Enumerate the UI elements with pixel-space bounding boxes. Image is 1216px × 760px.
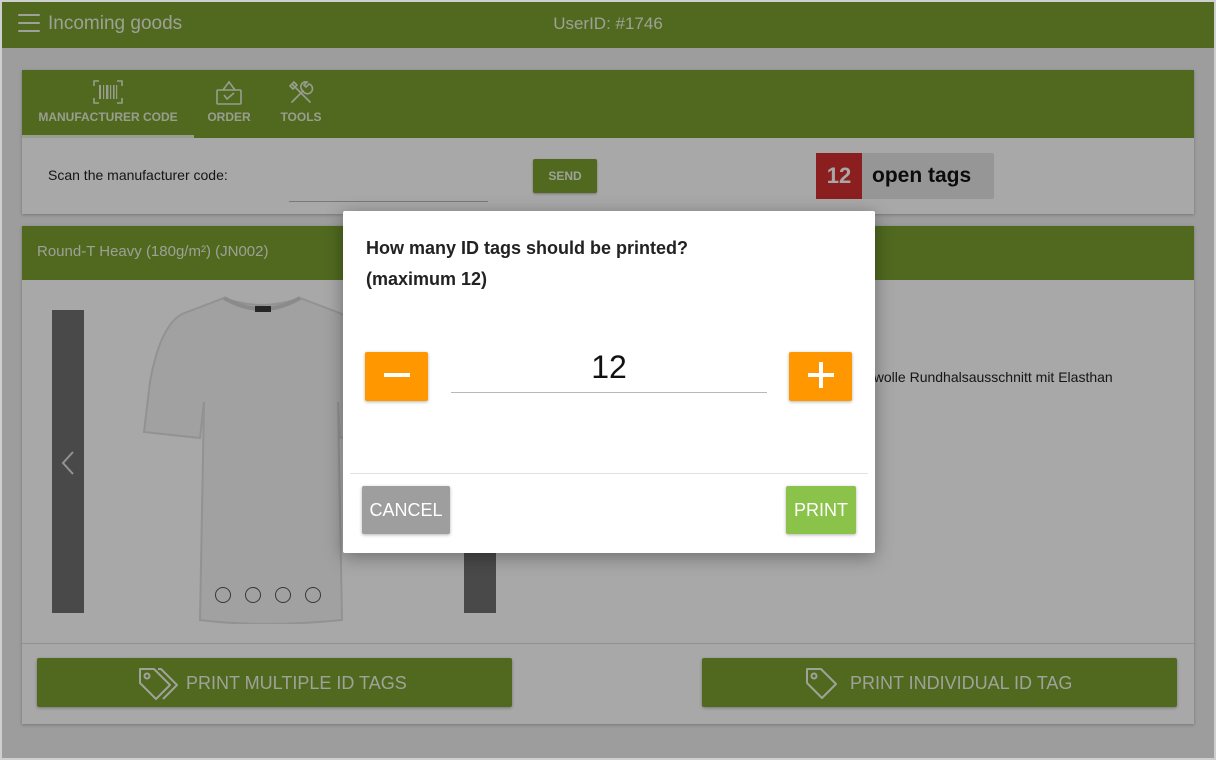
increment-button[interactable] (789, 352, 852, 401)
dialog-question: How many ID tags should be printed? (366, 238, 689, 258)
minus-icon (383, 373, 410, 377)
cancel-button[interactable]: CANCEL (362, 486, 450, 534)
dialog-maximum-hint: (maximum 12) (366, 269, 488, 289)
print-quantity-dialog: How many ID tags should be printed? (max… (343, 211, 875, 553)
quantity-input[interactable] (451, 342, 767, 393)
print-button[interactable]: PRINT (786, 486, 856, 534)
dialog-divider (350, 473, 868, 474)
decrement-button[interactable] (365, 352, 428, 401)
plus-icon (807, 362, 834, 388)
app-frame: Incoming goods UserID: #1746 MANUFACTURE… (0, 0, 1216, 760)
